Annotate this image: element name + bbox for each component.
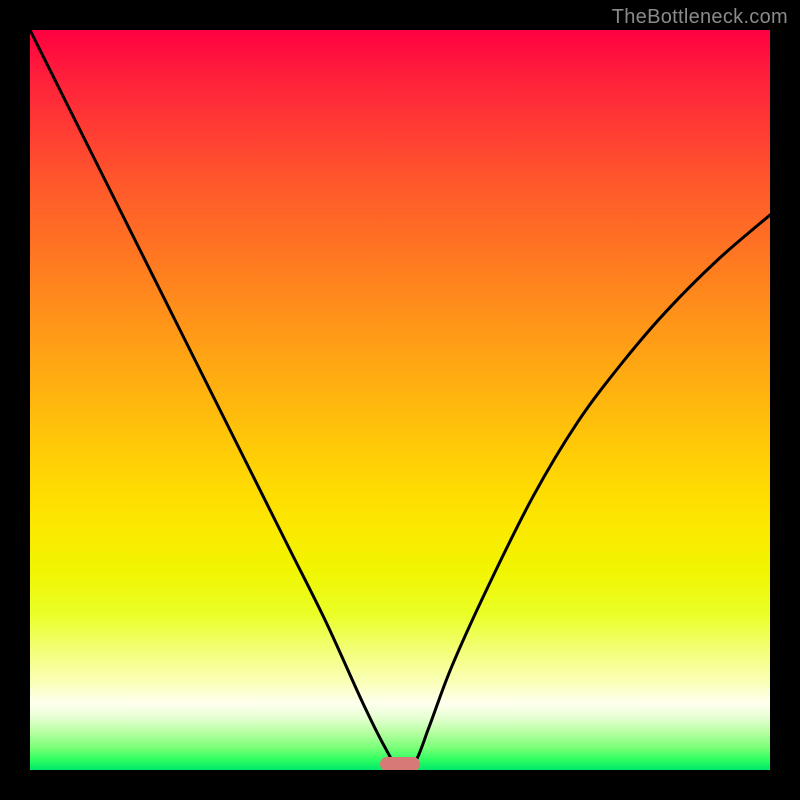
plot-area bbox=[30, 30, 770, 770]
chart-frame: TheBottleneck.com bbox=[0, 0, 800, 800]
mismatch-curve bbox=[30, 30, 770, 770]
watermark-text: TheBottleneck.com bbox=[612, 6, 788, 29]
curve-layer bbox=[30, 30, 770, 770]
optimal-marker bbox=[380, 757, 420, 770]
